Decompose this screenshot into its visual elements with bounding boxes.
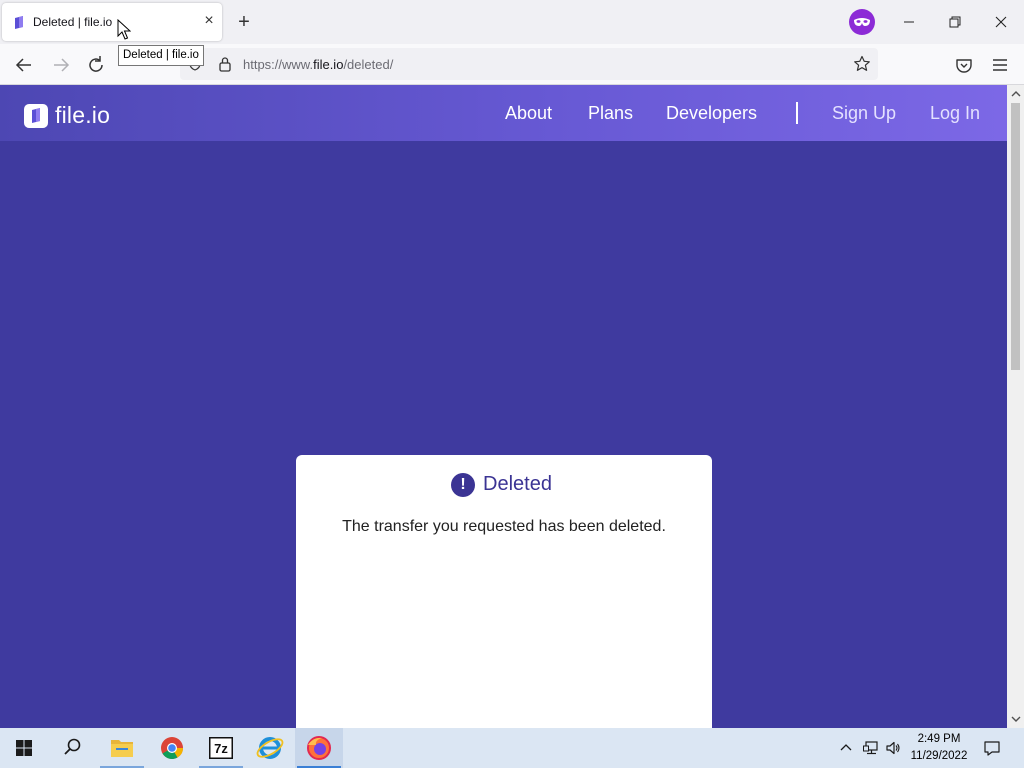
mouse-cursor-icon	[117, 19, 131, 40]
new-tab-button[interactable]: +	[233, 11, 255, 33]
alert-icon: !	[451, 473, 475, 497]
lock-icon[interactable]	[218, 56, 232, 72]
taskbar-file-explorer[interactable]	[98, 728, 146, 768]
url-text[interactable]: https://www.file.io/deleted/	[243, 57, 393, 72]
browser-tab[interactable]: Deleted | file.io ×	[2, 3, 222, 41]
site-logo-text[interactable]: file.io	[55, 102, 110, 129]
windows-taskbar: 7z 2:49 PM 11/29/2022	[0, 728, 1024, 768]
tab-close-icon[interactable]: ×	[200, 12, 218, 30]
bookmark-star-icon[interactable]	[853, 55, 871, 73]
nav-link-sign-up[interactable]: Sign Up	[832, 103, 896, 124]
start-icon	[16, 740, 32, 756]
tab-title: Deleted | file.io	[33, 15, 113, 29]
start-button[interactable]	[0, 728, 48, 768]
nav-link-developers[interactable]: Developers	[666, 103, 757, 124]
pocket-icon[interactable]	[953, 54, 975, 76]
firefox-icon	[307, 736, 331, 760]
file-explorer-icon	[111, 740, 133, 757]
card-title: Deleted	[483, 473, 552, 495]
taskbar-firefox[interactable]	[295, 728, 343, 768]
page-scrollbar[interactable]	[1007, 85, 1024, 728]
tab-tooltip: Deleted | file.io	[118, 45, 204, 66]
taskbar-internet-explorer[interactable]	[246, 728, 294, 768]
taskbar-7zip[interactable]: 7z	[197, 728, 245, 768]
chrome-icon	[161, 737, 183, 759]
7zip-label: 7z	[214, 741, 228, 756]
tray-overflow-chevron-icon[interactable]	[838, 740, 854, 756]
reload-icon[interactable]	[85, 54, 107, 76]
system-clock[interactable]: 2:49 PM 11/29/2022	[906, 731, 972, 765]
7zip-icon: 7z	[209, 737, 233, 759]
internet-explorer-icon	[256, 737, 284, 759]
back-arrow-icon[interactable]	[13, 54, 35, 76]
nav-link-about[interactable]: About	[505, 103, 552, 124]
file-io-logo-icon[interactable]	[24, 104, 48, 128]
card-message: The transfer you requested has been dele…	[342, 518, 666, 535]
nav-link-log-in[interactable]: Log In	[930, 103, 980, 124]
page-viewport: file.io About Plans Developers Sign Up L…	[0, 85, 1007, 728]
url-domain: file.io	[313, 57, 344, 72]
clock-time: 2:49 PM	[917, 733, 961, 745]
site-header: file.io About Plans Developers Sign Up L…	[0, 85, 1007, 141]
search-button[interactable]	[48, 728, 96, 768]
scroll-thumb[interactable]	[1011, 103, 1020, 370]
network-icon[interactable]	[863, 740, 879, 756]
private-browsing-mask-icon[interactable]	[849, 9, 875, 35]
notifications-icon[interactable]	[983, 739, 1001, 757]
url-prefix: https://www.	[243, 57, 314, 72]
clock-date: 11/29/2022	[910, 750, 968, 762]
search-icon	[64, 738, 81, 755]
deleted-card: ! Deleted The transfer you requested has…	[296, 455, 712, 728]
restore-icon[interactable]	[940, 8, 970, 36]
address-bar[interactable]: https://www.file.io/deleted/	[180, 48, 878, 80]
nav-divider	[796, 102, 798, 124]
minimize-icon[interactable]	[894, 8, 924, 36]
taskbar-chrome[interactable]	[148, 728, 196, 768]
scroll-up-arrow-icon[interactable]	[1011, 89, 1021, 99]
tab-strip: Deleted | file.io × +	[0, 0, 1024, 44]
volume-icon[interactable]	[885, 740, 901, 756]
file-io-favicon-icon	[15, 16, 23, 29]
hamburger-menu-icon[interactable]	[989, 54, 1011, 76]
close-window-icon[interactable]	[986, 8, 1016, 36]
nav-link-plans[interactable]: Plans	[588, 103, 633, 124]
scroll-down-arrow-icon[interactable]	[1011, 714, 1021, 724]
forward-arrow-icon[interactable]	[50, 54, 72, 76]
url-path: /deleted/	[343, 57, 394, 72]
